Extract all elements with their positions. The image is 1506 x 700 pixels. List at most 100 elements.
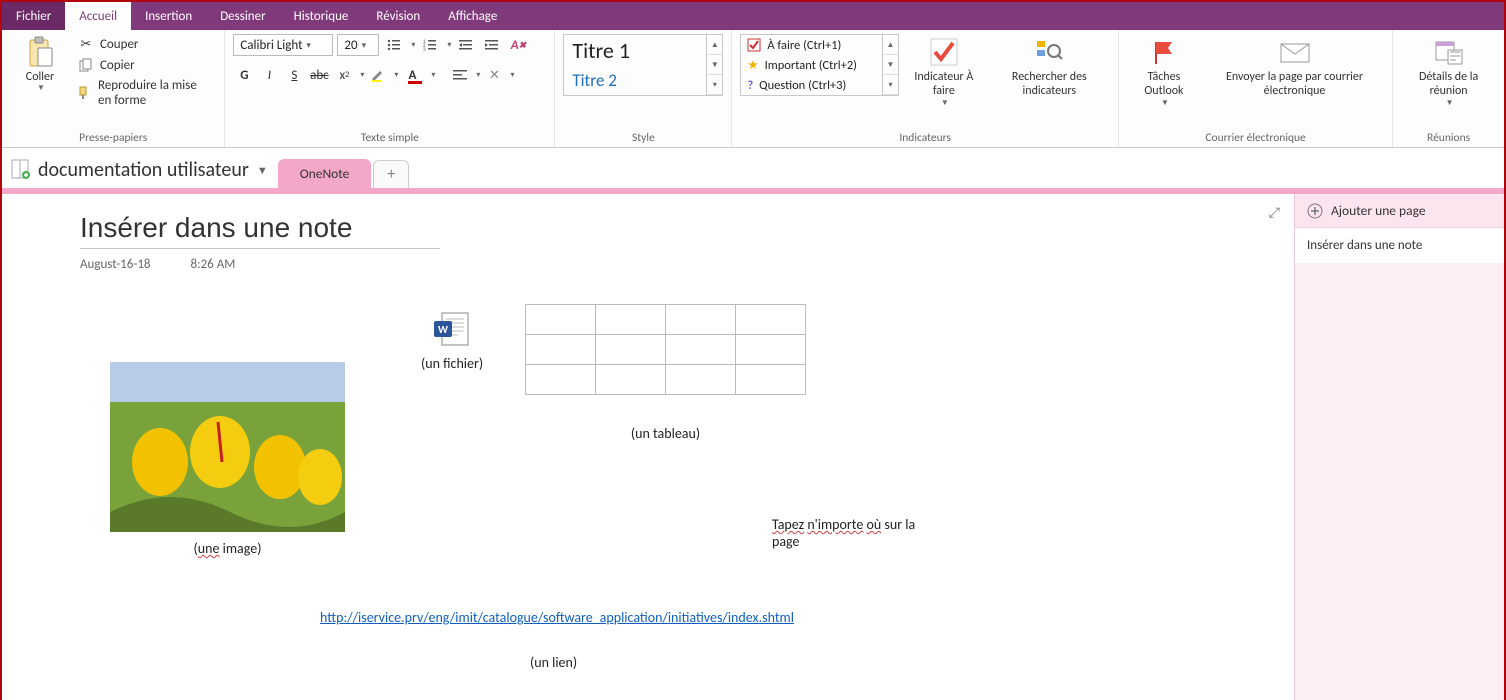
tag-question[interactable]: ? Question (Ctrl+3)	[741, 75, 882, 95]
notebook-title-dropdown[interactable]: documentation utilisateur ▼	[38, 158, 268, 182]
cut-button[interactable]: ✂ Couper	[74, 34, 216, 54]
svg-text:3: 3	[423, 47, 426, 52]
style-titre2[interactable]: Titre 2	[564, 65, 706, 95]
paste-button[interactable]: Coller ▼	[10, 34, 70, 96]
gallery-up-button[interactable]: ▲	[707, 35, 722, 55]
meeting-details-button[interactable]: Détails de la réunion ▼	[1401, 34, 1496, 110]
page-time[interactable]: 8:26 AM	[191, 257, 236, 272]
group-label-basic-text: Texte simple	[233, 129, 546, 145]
align-button[interactable]	[449, 64, 471, 86]
indent-button[interactable]	[481, 34, 503, 56]
tag-gallery[interactable]: À faire (Ctrl+1) ★ Important (Ctrl+2) ? …	[740, 34, 899, 96]
style-gallery[interactable]: Titre 1 Titre 2 ▲ ▼ ▾	[563, 34, 723, 96]
tag-important[interactable]: ★ Important (Ctrl+2)	[741, 55, 882, 75]
group-label-meetings: Réunions	[1401, 129, 1496, 145]
group-clipboard: Coller ▼ ✂ Couper Copier	[2, 30, 225, 147]
inserted-image[interactable]	[110, 362, 345, 532]
checkbox-icon	[747, 38, 761, 52]
bullets-button[interactable]	[383, 34, 405, 56]
group-label-tags: Indicateurs	[740, 129, 1110, 145]
email-page-label: Envoyer la page par courrier électroniqu…	[1211, 70, 1378, 99]
tab-accueil[interactable]: Accueil	[65, 2, 131, 30]
page-date[interactable]: August-16-18	[80, 257, 151, 272]
gallery-more-button[interactable]: ▾	[707, 75, 722, 95]
tab-historique[interactable]: Historique	[280, 2, 363, 30]
tab-insertion[interactable]: Insertion	[131, 2, 206, 30]
delete-button[interactable]: ✕	[483, 64, 505, 86]
inserted-link[interactable]: http://iservice.prv/eng/imit/catalogue/s…	[320, 609, 794, 626]
group-styles: Titre 1 Titre 2 ▲ ▼ ▾ Style	[555, 30, 732, 147]
gallery-more-button[interactable]: ▾	[883, 75, 898, 95]
outdent-button[interactable]	[455, 34, 477, 56]
email-page-button[interactable]: Envoyer la page par courrier électroniqu…	[1205, 34, 1384, 101]
bold-button[interactable]: G	[233, 64, 255, 86]
font-name-combo[interactable]: Calibri Light▾	[233, 34, 333, 56]
font-name-value: Calibri Light	[240, 38, 302, 53]
envelope-icon	[1279, 36, 1311, 68]
copy-button[interactable]: Copier	[74, 55, 216, 75]
tab-revision[interactable]: Révision	[362, 2, 434, 30]
tab-dessiner[interactable]: Dessiner	[206, 2, 279, 30]
main-area: ⤢ Insérer dans une note August-16-18 8:2…	[2, 194, 1504, 700]
clear-formatting-button[interactable]: A✖	[507, 34, 529, 56]
page-canvas[interactable]: ⤢ Insérer dans une note August-16-18 8:2…	[2, 194, 1294, 700]
chevron-down-icon: ▼	[1161, 99, 1169, 109]
chevron-down-icon: ▼	[1446, 99, 1454, 109]
type-anywhere-hint[interactable]: Tapez n'importe où sur la page	[772, 516, 972, 550]
table-caption: (un tableau)	[525, 425, 806, 442]
tag-todo-label: À faire (Ctrl+1)	[767, 38, 841, 53]
section-tab-onenote[interactable]: OneNote	[278, 159, 372, 188]
calendar-icon	[1433, 36, 1465, 68]
outlook-tasks-button[interactable]: Tâches Outlook ▼	[1127, 34, 1201, 110]
font-size-combo[interactable]: 20▾	[337, 34, 379, 56]
chevron-down-icon: ▾	[447, 40, 451, 50]
group-basic-text: Calibri Light▾ 20▾ ▾ 123 ▾ A✖	[225, 30, 555, 147]
flag-icon	[1148, 36, 1180, 68]
plus-circle-icon	[1307, 203, 1323, 219]
add-page-button[interactable]: Ajouter une page	[1295, 194, 1504, 228]
todo-tag-label: Indicateur À faire	[909, 70, 979, 99]
tab-affichage[interactable]: Affichage	[434, 2, 511, 30]
page-title[interactable]: Insérer dans une note	[80, 212, 440, 244]
add-page-label: Ajouter une page	[1331, 202, 1426, 219]
image-caption: (une image)	[110, 540, 345, 557]
copy-label: Copier	[100, 58, 135, 73]
numbering-button[interactable]: 123	[419, 34, 441, 56]
group-label-email: Courrier électronique	[1127, 129, 1384, 145]
strikethrough-button[interactable]: abc	[308, 64, 330, 86]
find-tags-label: Rechercher des indicateurs	[995, 70, 1104, 99]
gallery-up-button[interactable]: ▲	[883, 35, 898, 55]
italic-button[interactable]: I	[258, 64, 280, 86]
cut-label: Couper	[100, 37, 138, 52]
chevron-down-icon: ▾	[360, 70, 364, 80]
format-painter-button[interactable]: Reproduire la mise en forme	[74, 76, 216, 110]
gallery-down-button[interactable]: ▼	[883, 55, 898, 75]
inserted-table[interactable]	[525, 304, 806, 395]
group-label-styles: Style	[563, 129, 723, 145]
subscript-button[interactable]: x2	[333, 64, 355, 86]
notebook-title: documentation utilisateur	[38, 158, 249, 182]
tag-important-label: Important (Ctrl+2)	[765, 58, 857, 73]
todo-tag-button[interactable]: Indicateur À faire ▼	[903, 34, 985, 110]
group-tags: À faire (Ctrl+1) ★ Important (Ctrl+2) ? …	[732, 30, 1119, 147]
chevron-down-icon: ▼	[257, 164, 268, 177]
meeting-details-label: Détails de la réunion	[1407, 70, 1490, 99]
highlight-button[interactable]	[367, 64, 389, 86]
add-section-button[interactable]: +	[373, 160, 409, 188]
word-file-icon[interactable]: W	[432, 309, 472, 349]
chevron-down-icon: ▼	[37, 84, 45, 94]
tab-file[interactable]: Fichier	[2, 2, 65, 30]
copy-icon	[78, 57, 94, 73]
gallery-down-button[interactable]: ▼	[707, 55, 722, 75]
notebook-icon[interactable]	[10, 158, 32, 180]
expand-icon[interactable]: ⤢	[1269, 204, 1280, 221]
tag-todo[interactable]: À faire (Ctrl+1)	[741, 35, 882, 55]
notebook-bar: documentation utilisateur ▼ OneNote +	[2, 148, 1504, 188]
style-titre1[interactable]: Titre 1	[564, 35, 706, 65]
paste-label: Coller	[26, 70, 54, 84]
find-tags-button[interactable]: Rechercher des indicateurs	[989, 34, 1110, 101]
scissors-icon: ✂	[78, 36, 94, 52]
format-painter-label: Reproduire la mise en forme	[98, 78, 212, 108]
page-list-item[interactable]: Insérer dans une note	[1295, 228, 1504, 263]
underline-button[interactable]: S	[283, 64, 305, 86]
